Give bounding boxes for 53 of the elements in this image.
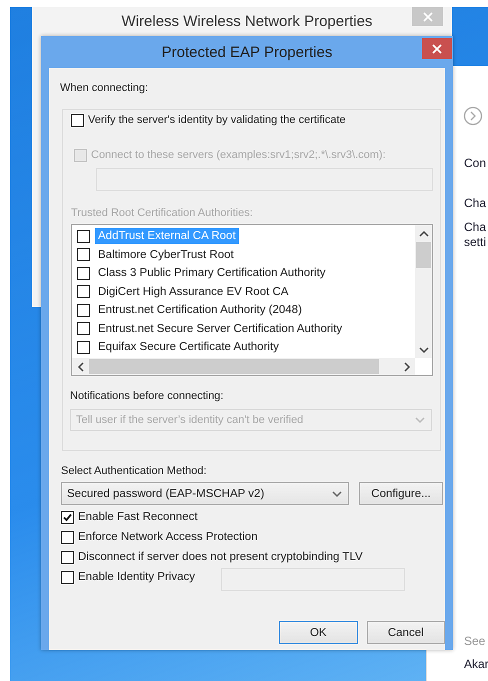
list-item[interactable]: Equifax Secure Certificate Authority: [95, 339, 282, 356]
checkbox[interactable]: [61, 510, 74, 524]
scroll-thumb[interactable]: [416, 242, 431, 268]
side-text: See: [464, 634, 486, 649]
checkbox[interactable]: [71, 114, 84, 126]
section-label: Select Authentication Method:: [61, 464, 208, 478]
chevron-down-icon: [332, 488, 342, 498]
list-item[interactable]: Entrust.net Certification Authority (2048): [95, 302, 305, 318]
checkbox[interactable]: [61, 530, 74, 544]
checkbox[interactable]: [77, 266, 90, 280]
chevron-down-icon: [418, 344, 428, 354]
configure-button[interactable]: Configure...: [359, 482, 443, 505]
checkbox[interactable]: [77, 285, 90, 298]
list-item[interactable]: DigiCert High Assurance EV Root CA: [95, 284, 292, 300]
checkbox-label: Enforce Network Access Protection: [78, 530, 258, 544]
checkbox[interactable]: [77, 248, 90, 262]
side-text: setti: [464, 235, 488, 250]
checkbox[interactable]: [77, 230, 90, 243]
chevron-left-icon: [76, 362, 86, 372]
checkbox-label: Disconnect if server does not present cryptobinding TLV: [78, 550, 363, 564]
close-icon: [432, 44, 442, 54]
chevron-down-icon: [415, 415, 425, 425]
section-label: Trusted Root Certification Authorities:: [71, 206, 254, 220]
arrow-circle-icon: [463, 106, 483, 126]
list-item[interactable]: Baltimore CyberTrust Root: [95, 246, 237, 263]
list-item[interactable]: Class 3 Public Primary Certification Authority: [95, 265, 329, 282]
side-text: Con: [464, 156, 488, 171]
section-label: Notifications before connecting:: [70, 389, 224, 403]
checkbox-label: Enable Fast Reconnect: [78, 510, 198, 524]
dialog-title: Protected EAP Properties: [162, 44, 332, 60]
chevron-up-icon: [418, 228, 428, 238]
scroll-thumb[interactable]: [89, 359, 379, 374]
checkbox[interactable]: [77, 340, 90, 354]
side-text: Cha: [464, 220, 488, 235]
dialog-button[interactable]: OK: [279, 621, 358, 644]
checkbox[interactable]: [77, 304, 90, 317]
dialog-button[interactable]: Cancel: [366, 621, 445, 644]
window-title: Wireless Wireless Network Properties: [120, 12, 372, 30]
list-item[interactable]: Entrust.net Secure Server Certification Authority: [95, 320, 346, 337]
section-label: When connecting:: [60, 81, 150, 95]
checkbox-label: Verify the server's identity by validating the certificate: [88, 113, 346, 127]
checkbox-label: Connect to these servers (examples:srv1;srv2;.*\.srv3\.com):: [91, 148, 386, 162]
vertical-scrollbar[interactable]: [415, 225, 432, 358]
checkbox[interactable]: [61, 570, 74, 584]
side-text: Cha: [464, 196, 488, 211]
horizontal-scrollbar[interactable]: [72, 358, 415, 375]
dropdown[interactable]: Secured password (EAP-MSCHAP v2): [61, 482, 349, 505]
close-button[interactable]: [422, 38, 452, 59]
checkbox-label: Enable Identity Privacy: [78, 570, 195, 584]
checkbox[interactable]: [77, 322, 90, 336]
close-icon: [422, 12, 432, 22]
checkbox[interactable]: [61, 550, 74, 564]
chevron-right-icon: [402, 362, 412, 372]
